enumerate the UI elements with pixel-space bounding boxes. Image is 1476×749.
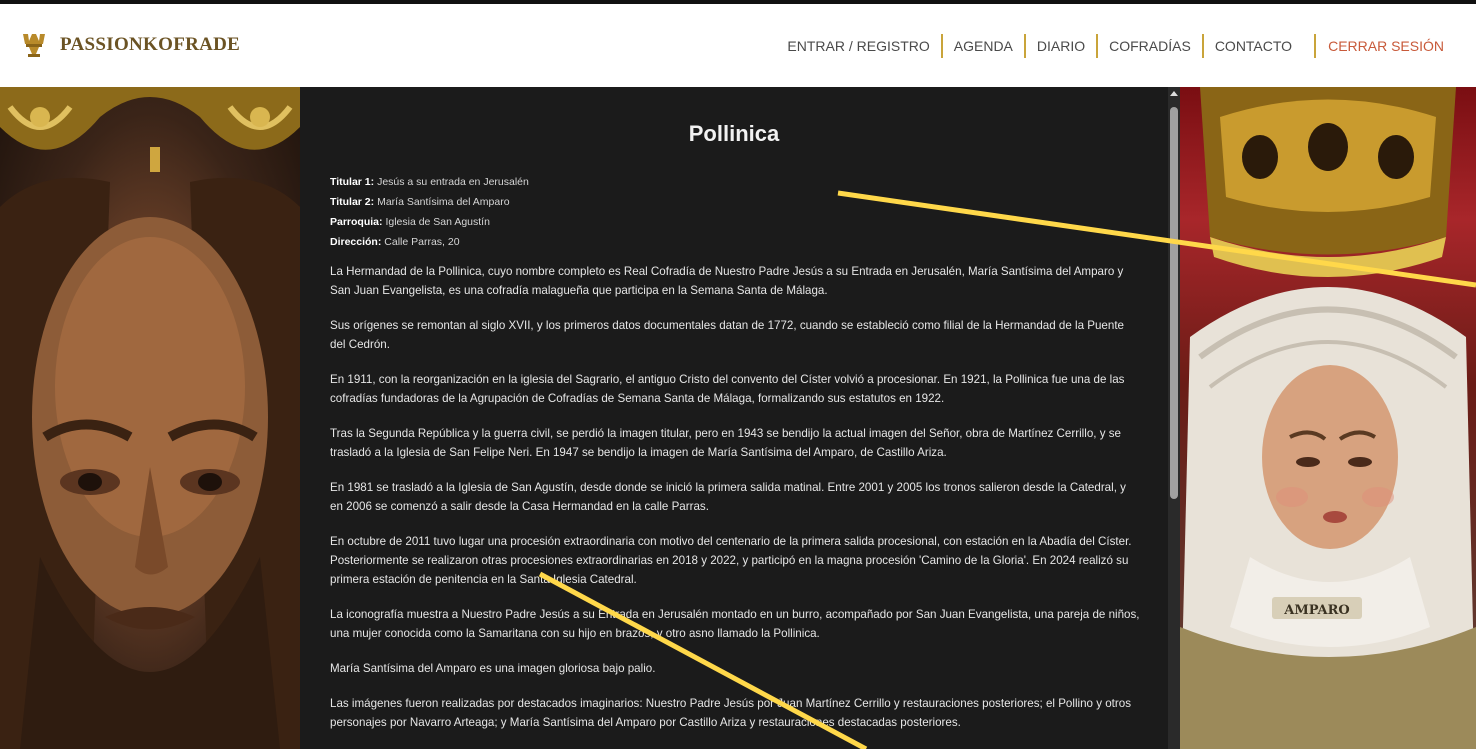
- article-paragraph: Las imágenes fueron realizadas por desta…: [330, 697, 1132, 729]
- meta-value: Jesús a su entrada en Jerusalén: [377, 176, 529, 188]
- nav-agenda[interactable]: AGENDA: [954, 38, 1013, 54]
- brand-logo[interactable]: PASSIONKOFRADE: [20, 32, 240, 58]
- nav-divider: [1314, 34, 1317, 58]
- article-paragraph: En octubre de 2011 tuvo lugar una proces…: [330, 535, 1132, 586]
- amparo-badge: AMPARO: [1283, 603, 1350, 618]
- meta-label: Parroquia:: [330, 216, 383, 228]
- nav-entrar-registro[interactable]: ENTRAR / REGISTRO: [787, 38, 929, 54]
- vertical-scrollbar[interactable]: [1168, 87, 1180, 749]
- meta-parroquia: Parroquia: Iglesia de San Agustín: [330, 212, 529, 232]
- article-paragraph: En 1911, con la reorganización en la igl…: [330, 373, 1125, 405]
- article-paragraph: Tras la Segunda República y la guerra ci…: [330, 427, 1121, 459]
- page-title: Pollinica: [688, 121, 780, 146]
- meta-value: María Santísima del Amparo: [377, 196, 510, 208]
- main-nav: ENTRAR / REGISTRO AGENDA DIARIO COFRADÍA…: [787, 34, 1444, 58]
- brand-name: PASSIONKOFRADE: [60, 34, 241, 55]
- nav-divider: [940, 34, 943, 58]
- scroll-up-arrow-icon[interactable]: [1170, 91, 1178, 96]
- meta-label: Titular 2:: [330, 196, 375, 208]
- meta-direccion: Dirección: Calle Parras, 20: [330, 232, 529, 252]
- chalice-crown-icon: [23, 34, 45, 57]
- nav-contacto[interactable]: CONTACTO: [1215, 38, 1292, 54]
- article-paragraph: En 1981 se trasladó a la Iglesia de San …: [330, 481, 1126, 513]
- article-paragraph: María Santísima del Amparo es una imagen…: [330, 662, 656, 675]
- nav-divider: [1201, 34, 1204, 58]
- meta-label: Dirección:: [330, 236, 382, 248]
- meta-titular-1: Titular 1: Jesús a su entrada en Jerusal…: [330, 172, 529, 192]
- titular-2-image: AMPARO: [1180, 87, 1476, 749]
- meta-label: Titular 1:: [330, 176, 375, 188]
- meta-titular-2: Titular 2: María Santísima del Amparo: [330, 192, 529, 212]
- meta-value: Calle Parras, 20: [384, 236, 460, 248]
- christ-bust-illustration: [0, 87, 300, 749]
- nav-cerrar-sesion[interactable]: CERRAR SESIÓN: [1328, 38, 1444, 54]
- site-header: PASSIONKOFRADE ENTRAR / REGISTRO AGENDA …: [0, 4, 1476, 87]
- nav-cofradias[interactable]: COFRADÍAS: [1109, 38, 1191, 54]
- cofradia-meta: Titular 1: Jesús a su entrada en Jerusal…: [330, 172, 529, 252]
- article-paragraph: La Hermandad de la Pollinica, cuyo nombr…: [330, 265, 1124, 297]
- article-paragraph: La iconografía muestra a Nuestro Padre J…: [330, 608, 1140, 640]
- nav-diario[interactable]: DIARIO: [1037, 38, 1085, 54]
- virgin-amparo-illustration: AMPARO: [1180, 87, 1476, 749]
- nav-divider: [1096, 34, 1099, 58]
- meta-value: Iglesia de San Agustín: [385, 216, 490, 228]
- article-body: La Hermandad de la Pollinica, cuyo nombr…: [330, 262, 1140, 748]
- titular-1-image: [0, 87, 300, 749]
- scroll-thumb[interactable]: [1170, 107, 1178, 499]
- nav-divider: [1023, 34, 1026, 58]
- cofradia-detail-panel: Pollinica Titular 1: Jesús a su entrada …: [300, 87, 1168, 749]
- article-paragraph: Sus orígenes se remontan al siglo XVII, …: [330, 319, 1124, 351]
